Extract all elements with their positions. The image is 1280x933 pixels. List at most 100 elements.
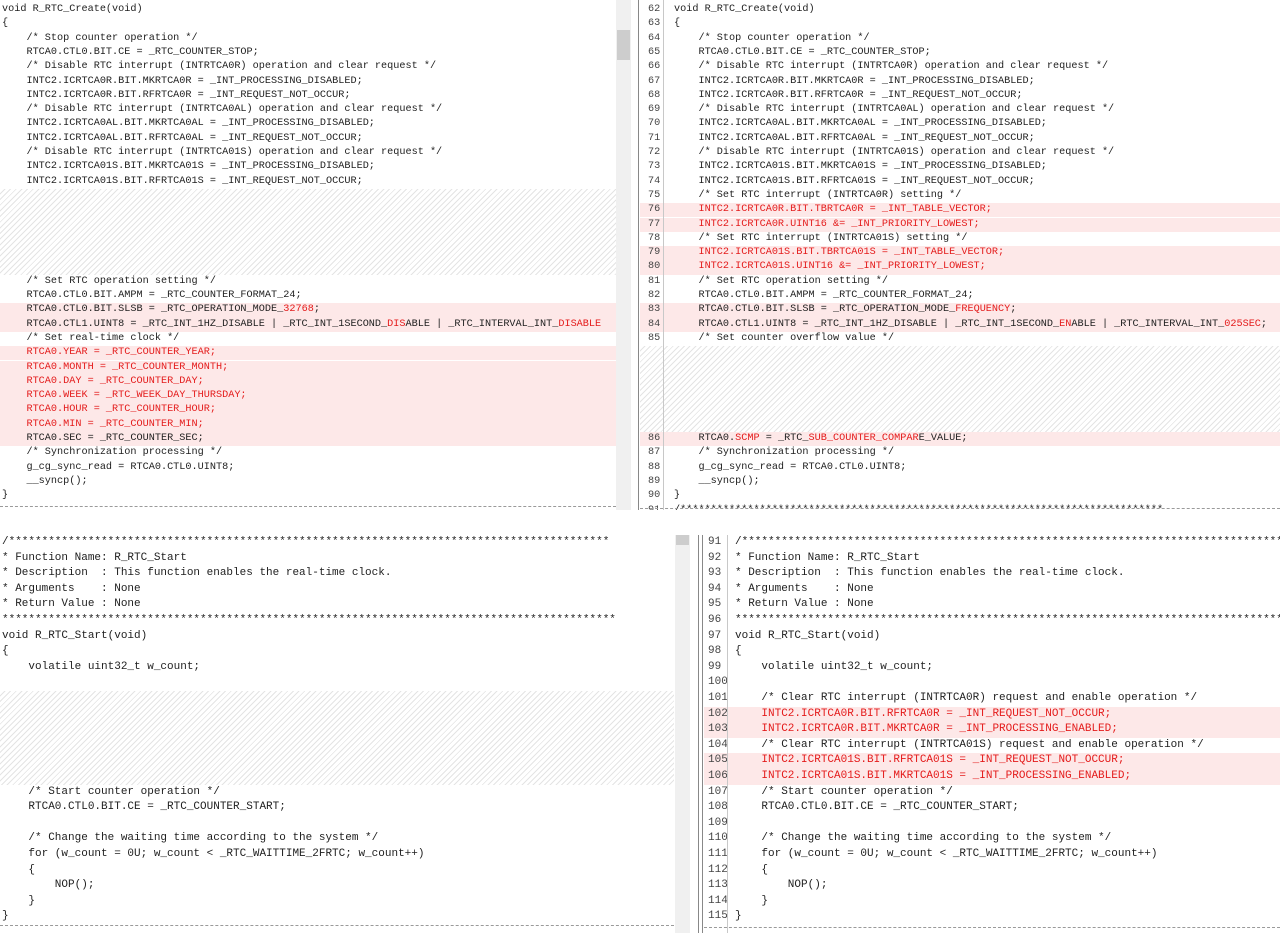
code-line[interactable]: volatile uint32_t w_count; (0, 660, 674, 676)
code-line[interactable]: /* Disable RTC interrupt (INTRTCA01S) op… (0, 146, 616, 160)
changed-code-line[interactable]: RTCA0.MONTH = _RTC_COUNTER_MONTH; (0, 360, 616, 375)
code-line[interactable]: INTC2.ICRTCA0R.BIT.MKRTCA0R = _INT_PROCE… (0, 75, 616, 89)
code-line[interactable]: 70 INTC2.ICRTCA0AL.BIT.MKRTCA0AL = _INT_… (640, 117, 1280, 131)
bottom-pane-divider[interactable] (698, 535, 699, 933)
code-line[interactable]: /* Set RTC operation setting */ (0, 275, 616, 289)
code-line[interactable]: 68 INTC2.ICRTCA0R.BIT.RFRTCA0R = _INT_RE… (640, 89, 1280, 103)
left-top-vertical-scrollbar[interactable] (616, 0, 631, 510)
code-line[interactable]: __syncp(); (0, 475, 616, 489)
code-line[interactable]: 87 /* Synchronization processing */ (640, 446, 1280, 460)
top-pane-divider[interactable] (638, 0, 639, 510)
code-line[interactable]: 95 * Return Value : None (704, 597, 1280, 613)
code-line[interactable] (0, 816, 674, 832)
changed-code-line[interactable]: RTCA0.DAY = _RTC_COUNTER_DAY; (0, 374, 616, 390)
code-line[interactable] (0, 675, 674, 691)
changed-code-line[interactable]: 77 INTC2.ICRTCA0R.UINT16 &= _INT_PRIORIT… (640, 217, 1280, 232)
code-line[interactable]: * Arguments : None (0, 582, 674, 598)
code-line[interactable]: 94 * Arguments : None (704, 582, 1280, 598)
code-line[interactable]: INTC2.ICRTCA0R.BIT.RFRTCA0R = _INT_REQUE… (0, 89, 616, 103)
changed-code-line[interactable]: RTCA0.YEAR = _RTC_COUNTER_YEAR; (0, 346, 616, 361)
code-line[interactable]: 73 INTC2.ICRTCA01S.BIT.MKRTCA01S = _INT_… (640, 160, 1280, 174)
code-line[interactable]: 107 /* Start counter operation */ (704, 785, 1280, 801)
code-line[interactable]: 71 INTC2.ICRTCA0AL.BIT.RFRTCA0AL = _INT_… (640, 132, 1280, 146)
changed-code-line[interactable]: 103 INTC2.ICRTCA0R.BIT.MKRTCA0R = _INT_P… (704, 722, 1280, 738)
changed-code-line[interactable]: RTCA0.CTL1.UINT8 = _RTC_INT_1HZ_DISABLE … (0, 317, 616, 332)
code-line[interactable]: INTC2.ICRTCA0AL.BIT.MKRTCA0AL = _INT_PRO… (0, 117, 616, 131)
code-line[interactable]: 114 } (704, 894, 1280, 910)
changed-code-line[interactable]: RTCA0.SEC = _RTC_COUNTER_SEC; (0, 432, 616, 447)
left-top-code-pane[interactable]: void R_RTC_Create(void) { /* Stop counter… (0, 0, 616, 510)
code-line[interactable]: 65 RTCA0.CTL0.BIT.CE = _RTC_COUNTER_STOP… (640, 46, 1280, 60)
changed-code-line[interactable]: RTCA0.CTL0.BIT.SLSB = _RTC_OPERATION_MOD… (0, 303, 616, 318)
code-line[interactable]: 72 /* Disable RTC interrupt (INTRTCA01S)… (640, 146, 1280, 160)
code-line[interactable]: 78 /* Set RTC interrupt (INTRTCA01S) set… (640, 232, 1280, 246)
code-line[interactable]: * Function Name: R_RTC_Start (0, 551, 674, 567)
code-line[interactable]: for (w_count = 0U; w_count < _RTC_WAITTI… (0, 847, 674, 863)
code-line[interactable]: 93 * Description : This function enables … (704, 566, 1280, 582)
code-line[interactable]: g_cg_sync_read = RTCA0.CTL0.UINT8; (0, 461, 616, 475)
code-line[interactable]: /* Change the waiting time according to … (0, 831, 674, 847)
code-line[interactable]: 104 /* Clear RTC interrupt (INTRTCA01S) … (704, 738, 1280, 754)
code-line[interactable]: 97 void R_RTC_Start(void) (704, 629, 1280, 645)
code-line[interactable]: 81 /* Set RTC operation setting */ (640, 275, 1280, 289)
code-line[interactable]: { (0, 17, 616, 31)
changed-code-line[interactable]: 86 RTCA0.SCMP = _RTC_SUB_COUNTER_COMPARE… (640, 432, 1280, 447)
changed-code-line[interactable]: RTCA0.MIN = _RTC_COUNTER_MIN; (0, 417, 616, 432)
code-line[interactable]: void R_RTC_Start(void) (0, 629, 674, 645)
code-line[interactable]: 85 /* Set counter overflow value */ (640, 332, 1280, 346)
code-line[interactable]: 88 g_cg_sync_read = RTCA0.CTL0.UINT8; (640, 461, 1280, 475)
code-line[interactable]: RTCA0.CTL0.BIT.CE = _RTC_COUNTER_STOP; (0, 46, 616, 60)
code-line[interactable]: ****************************************… (0, 613, 674, 629)
code-line[interactable]: 100 (704, 675, 1280, 691)
code-line[interactable]: RTCA0.CTL0.BIT.CE = _RTC_COUNTER_START; (0, 800, 674, 816)
code-line[interactable]: 111 for (w_count = 0U; w_count < _RTC_WA… (704, 847, 1280, 863)
code-line[interactable]: 98 { (704, 644, 1280, 660)
code-line[interactable]: 74 INTC2.ICRTCA01S.BIT.RFRTCA01S = _INT_… (640, 175, 1280, 189)
code-line[interactable]: } (0, 894, 674, 910)
code-line[interactable]: INTC2.ICRTCA01S.BIT.MKRTCA01S = _INT_PRO… (0, 160, 616, 174)
code-line[interactable]: 62 void R_RTC_Create(void) (640, 3, 1280, 17)
code-line[interactable]: 108 RTCA0.CTL0.BIT.CE = _RTC_COUNTER_STA… (704, 800, 1280, 816)
code-line[interactable]: 69 /* Disable RTC interrupt (INTRTCA0AL)… (640, 103, 1280, 117)
code-line[interactable]: 112 { (704, 863, 1280, 879)
code-line[interactable]: INTC2.ICRTCA0AL.BIT.RFRTCA0AL = _INT_REQ… (0, 132, 616, 146)
code-line[interactable]: 90} (640, 489, 1280, 503)
code-line[interactable]: 101 /* Clear RTC interrupt (INTRTCA0R) r… (704, 691, 1280, 707)
code-line[interactable]: 66 /* Disable RTC interrupt (INTRTCA0R) … (640, 60, 1280, 74)
code-line[interactable]: 115} (704, 909, 1280, 925)
code-line[interactable]: } (0, 909, 674, 925)
left-bottom-scrollbar-thumb[interactable] (676, 535, 689, 545)
code-line[interactable]: { (0, 644, 674, 660)
code-line[interactable]: * Description : This function enables th… (0, 566, 674, 582)
code-line[interactable]: /* Synchronization processing */ (0, 446, 616, 460)
code-line[interactable]: 67 INTC2.ICRTCA0R.BIT.MKRTCA0R = _INT_PR… (640, 75, 1280, 89)
code-line[interactable]: void R_RTC_Create(void) (0, 3, 616, 17)
changed-code-line[interactable]: 79 INTC2.ICRTCA01S.BIT.TBRTCA01S = _INT_… (640, 246, 1280, 261)
code-line[interactable]: 113 NOP(); (704, 878, 1280, 894)
changed-code-line[interactable]: 106 INTC2.ICRTCA01S.BIT.MKRTCA01S = _INT… (704, 769, 1280, 785)
code-line[interactable]: 64 /* Stop counter operation */ (640, 32, 1280, 46)
code-line[interactable]: /***************************************… (0, 535, 674, 551)
changed-code-line[interactable]: 83 RTCA0.CTL0.BIT.SLSB = _RTC_OPERATION_… (640, 303, 1280, 318)
code-line[interactable]: 110 /* Change the waiting time according… (704, 831, 1280, 847)
code-line[interactable]: 91 /*************************************… (704, 535, 1280, 551)
code-line[interactable]: 92 * Function Name: R_RTC_Start (704, 551, 1280, 567)
code-line[interactable]: /* Disable RTC interrupt (INTRTCA0R) ope… (0, 60, 616, 74)
changed-code-line[interactable]: 80 INTC2.ICRTCA01S.UINT16 &= _INT_PRIORI… (640, 260, 1280, 275)
changed-code-line[interactable]: RTCA0.HOUR = _RTC_COUNTER_HOUR; (0, 403, 616, 418)
code-line[interactable]: NOP(); (0, 878, 674, 894)
right-bottom-code-pane[interactable]: 91 /*************************************… (704, 535, 1280, 933)
code-line[interactable]: 109 (704, 816, 1280, 832)
changed-code-line[interactable]: RTCA0.WEEK = _RTC_WEEK_DAY_THURSDAY; (0, 389, 616, 404)
left-bottom-vertical-scrollbar[interactable] (675, 535, 690, 933)
code-line[interactable]: 75 /* Set RTC interrupt (INTRTCA0R) sett… (640, 189, 1280, 203)
code-line[interactable]: RTCA0.CTL0.BIT.AMPM = _RTC_COUNTER_FORMA… (0, 289, 616, 303)
code-line[interactable]: 96 **************************************… (704, 613, 1280, 629)
code-line[interactable]: 89 __syncp(); (640, 475, 1280, 489)
code-line[interactable]: /* Disable RTC interrupt (INTRTCA0AL) op… (0, 103, 616, 117)
code-line[interactable]: } (0, 489, 616, 503)
left-top-scrollbar-thumb[interactable] (617, 30, 630, 60)
code-line[interactable]: /* Stop counter operation */ (0, 32, 616, 46)
code-line[interactable]: INTC2.ICRTCA01S.BIT.RFRTCA01S = _INT_REQ… (0, 175, 616, 189)
changed-code-line[interactable]: 102 INTC2.ICRTCA0R.BIT.RFRTCA0R = _INT_R… (704, 706, 1280, 723)
